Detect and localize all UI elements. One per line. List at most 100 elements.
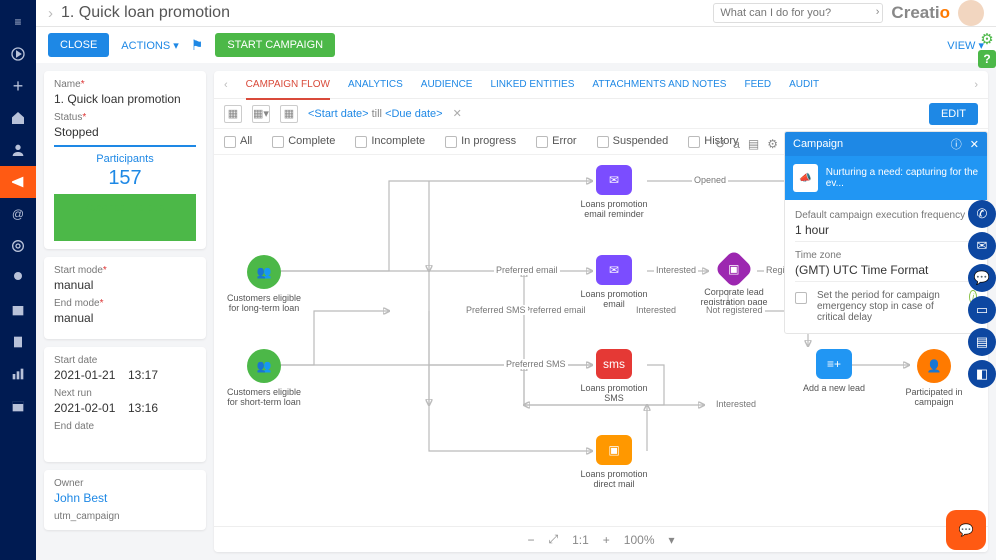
actions-dropdown[interactable]: ACTIONS ▾ [121, 39, 178, 52]
help-icon[interactable]: ? [978, 50, 996, 68]
tab-bar: ‹ CAMPAIGN FLOW ANALYTICS AUDIENCE LINKE… [214, 71, 988, 99]
nav-item-add[interactable]: + [0, 70, 36, 102]
node-audience1[interactable]: 👥Customers eligible for long-term loan [224, 255, 304, 314]
gear-icon[interactable]: ⚙ [767, 137, 778, 151]
text-tool-icon[interactable]: a [733, 137, 740, 151]
tab-analytics[interactable]: ANALYTICS [348, 71, 403, 98]
edge-interested2: Interested [634, 305, 678, 315]
flag-icon[interactable]: ⚑ [191, 37, 204, 54]
tz-value[interactable]: (GMT) UTC Time Format [795, 263, 977, 282]
chk-all[interactable]: All [224, 135, 252, 147]
tab-linked[interactable]: LINKED ENTITIES [490, 71, 574, 98]
tab-feed[interactable]: FEED [744, 71, 771, 98]
zoom-out-icon[interactable]: − [527, 533, 534, 547]
info-icon[interactable]: ⓘ [951, 136, 962, 152]
nav-item-balloon[interactable] [0, 262, 36, 294]
note-icon[interactable]: ▤ [968, 328, 996, 356]
zoom-reset-icon[interactable]: 1:1 [572, 533, 589, 547]
node-exit[interactable]: 👤Participated in campaign [894, 349, 974, 408]
nav-item-target[interactable] [0, 230, 36, 262]
start-campaign-button[interactable]: START CAMPAIGN [215, 33, 335, 57]
node-email[interactable]: ✉Loans promotion email [574, 255, 654, 310]
chk-complete[interactable]: Complete [272, 135, 335, 147]
tabs-next[interactable]: › [974, 79, 978, 91]
intercom-fab[interactable]: 💬 [946, 510, 986, 550]
phone-icon[interactable]: ✆ [968, 200, 996, 228]
start-mode-value[interactable]: manual [54, 278, 196, 292]
calendar-pin[interactable]: ▦ [280, 105, 298, 123]
date-range[interactable]: <Start date> till <Due date> [308, 108, 443, 120]
zoom-value[interactable]: 100% [624, 533, 655, 547]
nav-item-contact[interactable] [0, 134, 36, 166]
participants-label: Participants [54, 153, 196, 165]
freq-label: Default campaign execution frequency [795, 210, 977, 221]
chk-inprogress[interactable]: In progress [445, 135, 516, 147]
filter-bar: ▦ ▦▾ ▦ <Start date> till <Due date> ✕ ED… [214, 99, 988, 129]
panel-subtitle: Nurturing a need: capturing for the ev..… [826, 167, 979, 189]
start-mode-label: Start mode [54, 265, 196, 276]
tab-attachments[interactable]: ATTACHMENTS AND NOTES [592, 71, 726, 98]
layers-icon[interactable]: ▤ [748, 137, 759, 151]
nav-item-calendar[interactable] [0, 390, 36, 422]
close-icon[interactable]: ✕ [970, 138, 979, 151]
start-date[interactable]: 2021-01-21 [54, 368, 122, 382]
nav-item-at[interactable]: @ [0, 198, 36, 230]
start-time[interactable]: 13:17 [128, 368, 196, 382]
edit-button[interactable]: EDIT [929, 103, 978, 125]
bookmark-icon[interactable]: ◧ [968, 360, 996, 388]
nav-collapse[interactable]: ≡ [0, 6, 36, 38]
end-mode-value[interactable]: manual [54, 311, 196, 325]
undo-icon[interactable]: ↺ [715, 137, 725, 151]
zoom-fit-icon[interactable]: ⤢ [548, 532, 558, 547]
action-bar: CLOSE ACTIONS ▾ ⚑ START CAMPAIGN VIEW ▾ [36, 27, 996, 63]
chat-icon[interactable]: 💬 [968, 264, 996, 292]
mail-icon[interactable]: ✉ [968, 232, 996, 260]
node-addlead2[interactable]: ≡+Add a new lead [794, 349, 874, 393]
chk-error[interactable]: Error [536, 135, 576, 147]
zoom-in-icon[interactable]: + [603, 533, 610, 547]
goal-label: Reached the goal [54, 202, 196, 214]
calendar-dropdown[interactable]: ▦▾ [252, 105, 270, 123]
name-value[interactable]: 1. Quick loan promotion [54, 92, 196, 106]
chevron-right-icon[interactable]: › [876, 6, 880, 18]
nav-item-chart[interactable] [0, 358, 36, 390]
next-run-time[interactable]: 13:16 [128, 401, 196, 415]
global-search-input[interactable] [713, 3, 883, 23]
freq-value[interactable]: 1 hour [795, 223, 977, 242]
sms-icon[interactable]: ▭ [968, 296, 996, 324]
nav-item-play[interactable] [0, 38, 36, 70]
node-landing[interactable]: ▣Corporate lead registration page [694, 255, 774, 308]
comm-rail: ✆ ✉ 💬 ▭ ▤ ◧ [968, 200, 996, 388]
next-run-date[interactable]: 2021-02-01 [54, 401, 122, 415]
owner-value[interactable]: John Best [54, 491, 196, 505]
tab-flow[interactable]: CAMPAIGN FLOW [246, 71, 330, 100]
tab-audience[interactable]: AUDIENCE [421, 71, 473, 98]
brand-logo: Creatio [891, 3, 950, 23]
node-audience2[interactable]: 👥Customers eligible for short-term loan [224, 349, 304, 408]
chevron-icon[interactable]: › [48, 5, 53, 22]
nav-item-campaign[interactable] [0, 166, 36, 198]
participants-value: 157 [54, 167, 196, 190]
node-sms[interactable]: smsLoans promotion SMS [574, 349, 654, 404]
zoom-chevron[interactable]: ▾ [669, 533, 675, 547]
details-sidebar: Name 1. Quick loan promotion Status Stop… [36, 63, 214, 560]
close-button[interactable]: CLOSE [48, 33, 109, 57]
nav-item-home[interactable] [0, 102, 36, 134]
gear-icon[interactable]: ⚙ [978, 30, 996, 48]
calendar-icon[interactable]: ▦ [224, 105, 242, 123]
chk-incomplete[interactable]: Incomplete [355, 135, 425, 147]
name-label: Name [54, 79, 196, 90]
tab-audit[interactable]: AUDIT [789, 71, 819, 98]
emergency-stop-checkbox[interactable] [795, 292, 807, 304]
edge-interested3: Interested [714, 399, 758, 409]
node-email-reminder[interactable]: ✉Loans promotion email reminder [574, 165, 654, 220]
edge-opened: Opened [692, 175, 728, 185]
user-avatar[interactable] [958, 0, 984, 26]
tabs-prev[interactable]: ‹ [224, 79, 228, 91]
chk-suspended[interactable]: Suspended [597, 135, 669, 147]
node-directmail[interactable]: ▣Loans promotion direct mail [574, 435, 654, 490]
nav-item-building2[interactable] [0, 326, 36, 358]
clear-date-icon[interactable]: ✕ [453, 107, 462, 120]
owner-label: Owner [54, 478, 196, 489]
nav-item-building1[interactable] [0, 294, 36, 326]
